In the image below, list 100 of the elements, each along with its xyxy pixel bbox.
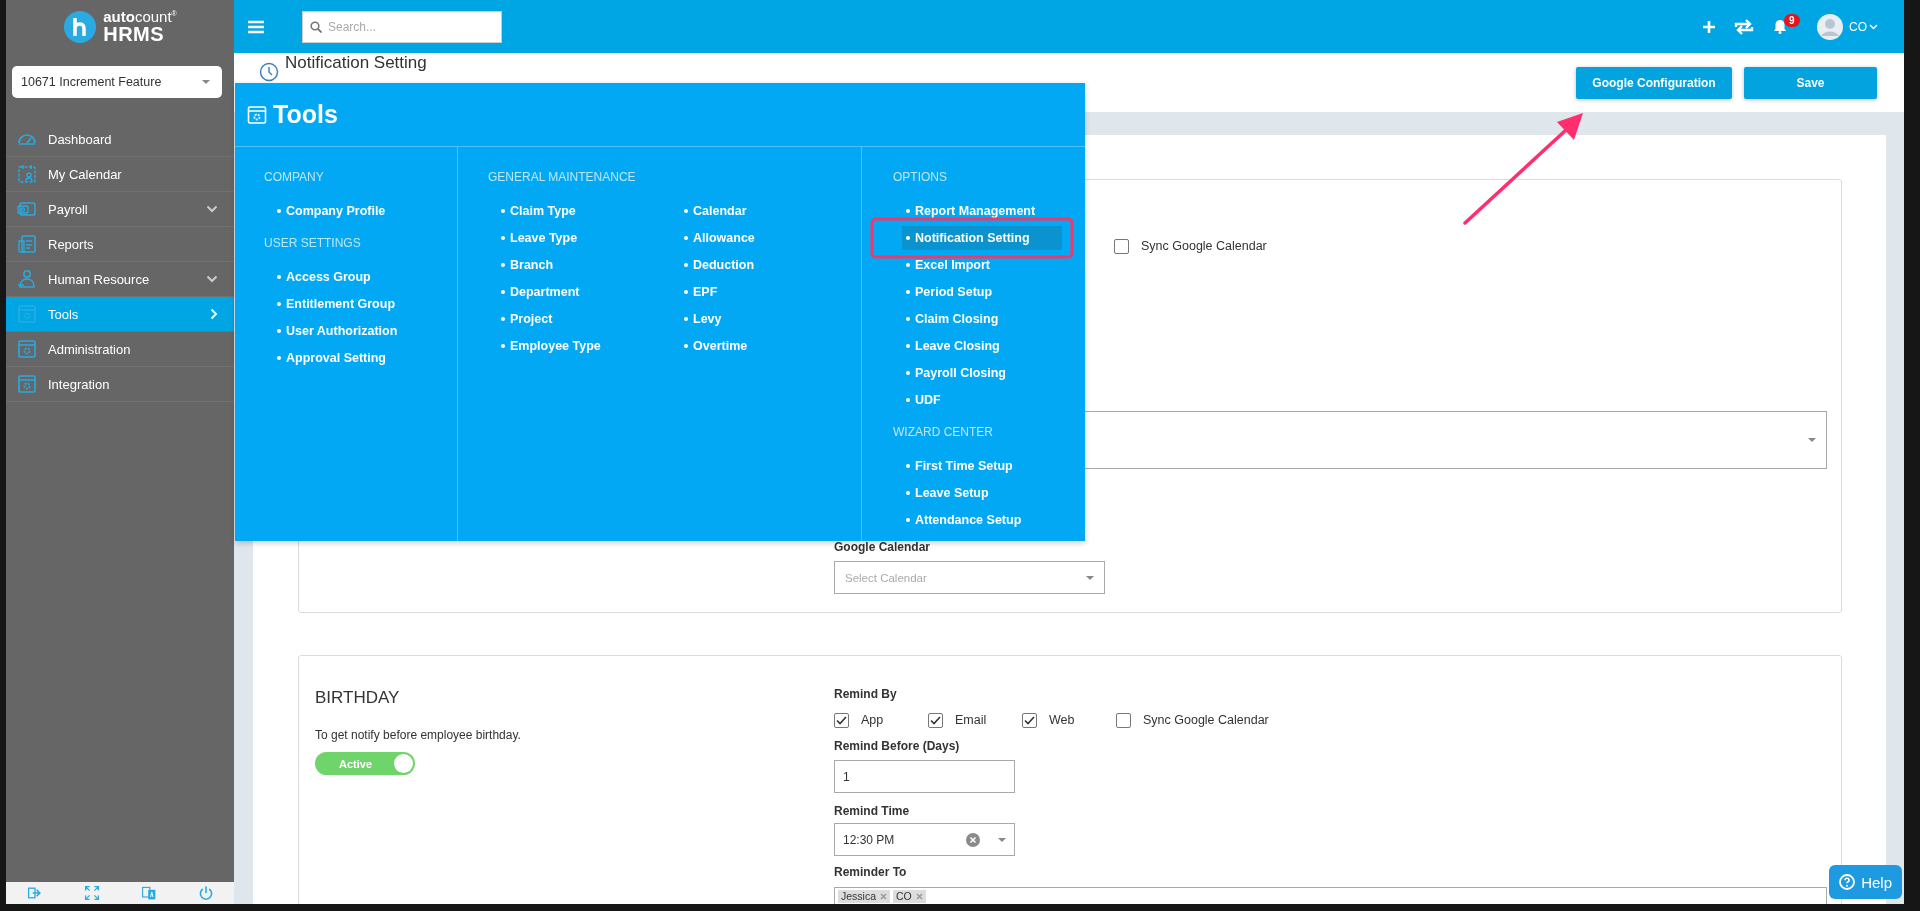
menu-link[interactable]: Leave Closing (906, 334, 1076, 358)
power-icon[interactable] (197, 885, 214, 901)
translate-icon[interactable] (140, 885, 157, 901)
avatar-icon[interactable] (1817, 13, 1843, 40)
menu-link[interactable]: Levy (684, 307, 854, 331)
menu-link[interactable]: Allowance (684, 226, 854, 250)
checkmark-icon (930, 715, 941, 725)
checkbox[interactable]: App (834, 710, 928, 730)
sync-icon[interactable] (1733, 17, 1755, 36)
menu-link[interactable]: Overtime (684, 334, 854, 358)
company-select[interactable]: 10671 Increment Feature (12, 66, 222, 98)
number-field[interactable]: 1 (834, 760, 1015, 793)
menu-link[interactable]: Notification Setting (902, 226, 1062, 250)
checkmark-icon (836, 715, 847, 725)
checkbox[interactable]: Sync Google Calendar (1114, 236, 1267, 256)
help-icon (1839, 874, 1856, 890)
gear-window-icon (247, 104, 267, 125)
menu-link[interactable]: Leave Type (501, 226, 671, 250)
menu-link[interactable]: Calendar (684, 199, 854, 223)
save-button[interactable]: Save (1744, 66, 1877, 99)
remove-icon (915, 893, 923, 900)
checkbox[interactable]: Web (1022, 710, 1116, 730)
menu-link[interactable]: Excel Import (906, 253, 1076, 277)
caret-icon (998, 837, 1006, 842)
nav-item[interactable]: Payroll (6, 192, 234, 227)
field-label: Remind By (834, 686, 898, 702)
nav-item[interactable]: Tools (6, 297, 234, 332)
calendar-icon (16, 163, 38, 185)
menu-link[interactable]: Entitlement Group (277, 292, 447, 316)
section-heading: WIZARD CENTER (893, 424, 994, 440)
menu-link[interactable]: Branch (501, 253, 671, 277)
menu-link[interactable]: Deduction (684, 253, 854, 277)
menu-link[interactable]: Claim Closing (906, 307, 1076, 331)
search-icon (310, 20, 322, 33)
brand-name: autocount$^{®}$ (103, 9, 177, 24)
caret-icon (202, 80, 210, 84)
menu-link[interactable]: Approval Setting (277, 346, 447, 370)
menu-link[interactable]: Period Setup (906, 280, 1076, 304)
logout-icon[interactable] (26, 885, 43, 901)
nav-item[interactable]: Administration (6, 332, 234, 367)
help-button[interactable]: Help (1829, 865, 1902, 899)
checkmark-icon (1024, 715, 1035, 725)
page-title: Notification Setting (285, 53, 427, 73)
fullscreen-icon[interactable] (83, 885, 100, 901)
clear-icon (966, 832, 980, 847)
clock-icon (259, 62, 279, 82)
search-field[interactable]: Search... (302, 10, 502, 43)
checkbox[interactable]: Email (928, 710, 1022, 730)
nav-item[interactable]: Reports (6, 227, 234, 262)
card-description: To get notify before employee birthday. (315, 728, 522, 743)
time-field[interactable]: 12:30 PM (834, 823, 1015, 856)
gear-window-icon (16, 303, 38, 325)
menu-link[interactable]: Company Profile (277, 199, 447, 223)
document-icon (16, 233, 38, 255)
section-heading: OPTIONS (893, 169, 948, 185)
menu-link[interactable]: Payroll Closing (906, 361, 1076, 385)
card-title: BIRTHDAY (315, 688, 401, 708)
menu-link[interactable]: Leave Setup (906, 481, 1076, 505)
menu-link[interactable]: UDF (906, 388, 1076, 412)
menu-link[interactable]: First Time Setup (906, 454, 1076, 478)
plus-icon[interactable] (1703, 20, 1715, 33)
menu-link[interactable]: Department (501, 280, 671, 304)
section-heading: USER SETTINGS (264, 235, 362, 251)
chevron-down-icon (1869, 23, 1878, 30)
menu-link[interactable]: Claim Type (501, 199, 671, 223)
nav-item[interactable]: Integration (6, 367, 234, 402)
section-heading: GENERAL MAINTENANCE (488, 169, 637, 185)
menu-link[interactable]: Attendance Setup (906, 508, 1076, 532)
field-label: Remind Time (834, 803, 911, 819)
menu-link[interactable]: User Authorization (277, 319, 447, 343)
recipient-tag: Jessica (838, 890, 890, 903)
nav-item[interactable]: My Calendar (6, 157, 234, 192)
field-label: Reminder To (834, 864, 908, 880)
logo-icon (63, 9, 98, 44)
menu-title: Tools (273, 100, 338, 129)
field-label: Google Calendar (834, 539, 932, 555)
menu-link[interactable]: Report Management (906, 199, 1076, 223)
product-name: HRMS (103, 24, 166, 44)
field-label: Remind Before (Days) (834, 738, 961, 754)
menu-link[interactable]: EPF (684, 280, 854, 304)
remove-icon (880, 893, 887, 900)
google-configuration-button[interactable]: Google Configuration (1576, 66, 1732, 99)
gear-window-icon (16, 338, 38, 360)
recipient-field[interactable]: Jessica CO (834, 887, 1827, 904)
menu-link[interactable]: Project (501, 307, 671, 331)
checkbox[interactable]: Sync Google Calendar (1116, 710, 1269, 730)
person-icon (16, 268, 38, 290)
user-menu[interactable]: CO (1849, 19, 1878, 34)
caret-icon (1086, 575, 1094, 580)
toggle-switch[interactable]: Active (315, 752, 415, 775)
menu-link[interactable]: Employee Type (501, 334, 671, 358)
menu-icon[interactable] (248, 19, 264, 34)
caret-icon (1808, 438, 1816, 442)
recipient-tag: CO (893, 890, 926, 903)
bell-icon[interactable] (1773, 19, 1787, 34)
menu-link[interactable]: Access Group (277, 265, 447, 289)
gear-window-icon (16, 373, 38, 395)
section-heading: COMPANY (264, 169, 325, 185)
notification-badge: 9 (1784, 14, 1800, 27)
calendar-select[interactable]: Select Calendar (834, 561, 1105, 594)
